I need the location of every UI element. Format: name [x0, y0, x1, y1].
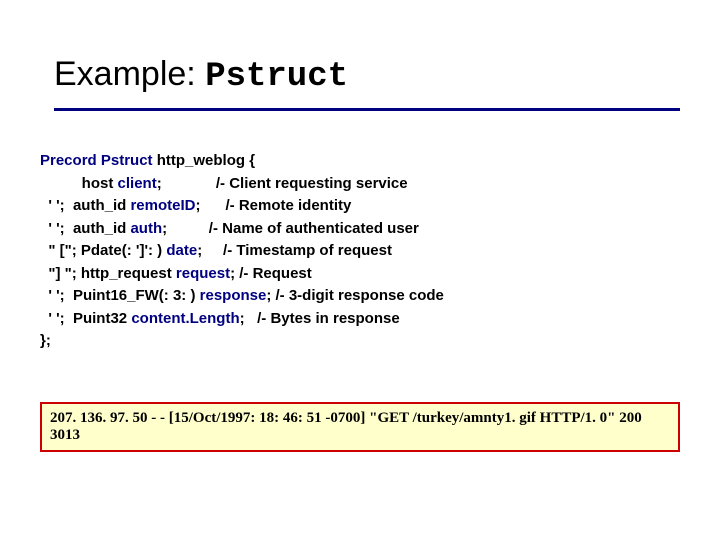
field-name: request	[176, 265, 230, 282]
code-line: ' '; Puint16_FW(: 3: ) response; /- 3-di…	[40, 285, 680, 308]
code-text: ; /- Request	[230, 265, 312, 282]
code-line: Precord Pstruct http_weblog {	[40, 150, 680, 173]
keyword: Precord Pstruct	[40, 152, 153, 169]
slide-title: Example: Pstruct	[54, 56, 680, 96]
code-text: ; /- Client requesting service	[157, 175, 408, 192]
code-line: ' '; Puint32 content.Length; /- Bytes in…	[40, 308, 680, 331]
code-line: ' '; auth_id remoteID; /- Remote identit…	[40, 195, 680, 218]
code-text: " ["; Pdate(: ']': )	[40, 242, 166, 259]
code-text: ; /- Remote identity	[196, 197, 352, 214]
code-text: ' '; auth_id	[40, 197, 130, 214]
slide: Example: Pstruct Precord Pstruct http_we…	[0, 0, 720, 540]
code-text: };	[40, 332, 51, 349]
code-text: http_weblog {	[153, 152, 256, 169]
title-mono: Pstruct	[205, 58, 348, 96]
code-text: ' '; Puint32	[40, 310, 131, 327]
code-text: host	[40, 175, 118, 192]
code-line: "] "; http_request request; /- Request	[40, 263, 680, 286]
title-area: Example: Pstruct	[54, 56, 680, 111]
code-line: " ["; Pdate(: ']': ) date; /- Timestamp …	[40, 240, 680, 263]
code-text: "] "; http_request	[40, 265, 176, 282]
title-prefix: Example:	[54, 55, 205, 93]
sample-log-text: 207. 136. 97. 50 - - [15/Oct/1997: 18: 4…	[50, 410, 642, 443]
code-text: ; /- Timestamp of request	[197, 242, 392, 259]
sample-log-box: 207. 136. 97. 50 - - [15/Oct/1997: 18: 4…	[40, 402, 680, 452]
code-line: ' '; auth_id auth; /- Name of authentica…	[40, 218, 680, 241]
field-name: date	[166, 242, 197, 259]
field-name: content.Length	[131, 310, 239, 327]
code-text: ' '; Puint16_FW(: 3: )	[40, 287, 200, 304]
field-name: client	[118, 175, 157, 192]
code-text: ; /- Name of authenticated user	[162, 220, 419, 237]
field-name: auth	[130, 220, 162, 237]
code-line: host client; /- Client requesting servic…	[40, 173, 680, 196]
code-text: ; /- Bytes in response	[240, 310, 400, 327]
code-line: };	[40, 330, 680, 353]
code-text: ; /- 3-digit response code	[266, 287, 444, 304]
code-text: ' '; auth_id	[40, 220, 130, 237]
field-name: response	[200, 287, 267, 304]
code-block: Precord Pstruct http_weblog { host clien…	[40, 150, 680, 353]
field-name: remoteID	[130, 197, 195, 214]
